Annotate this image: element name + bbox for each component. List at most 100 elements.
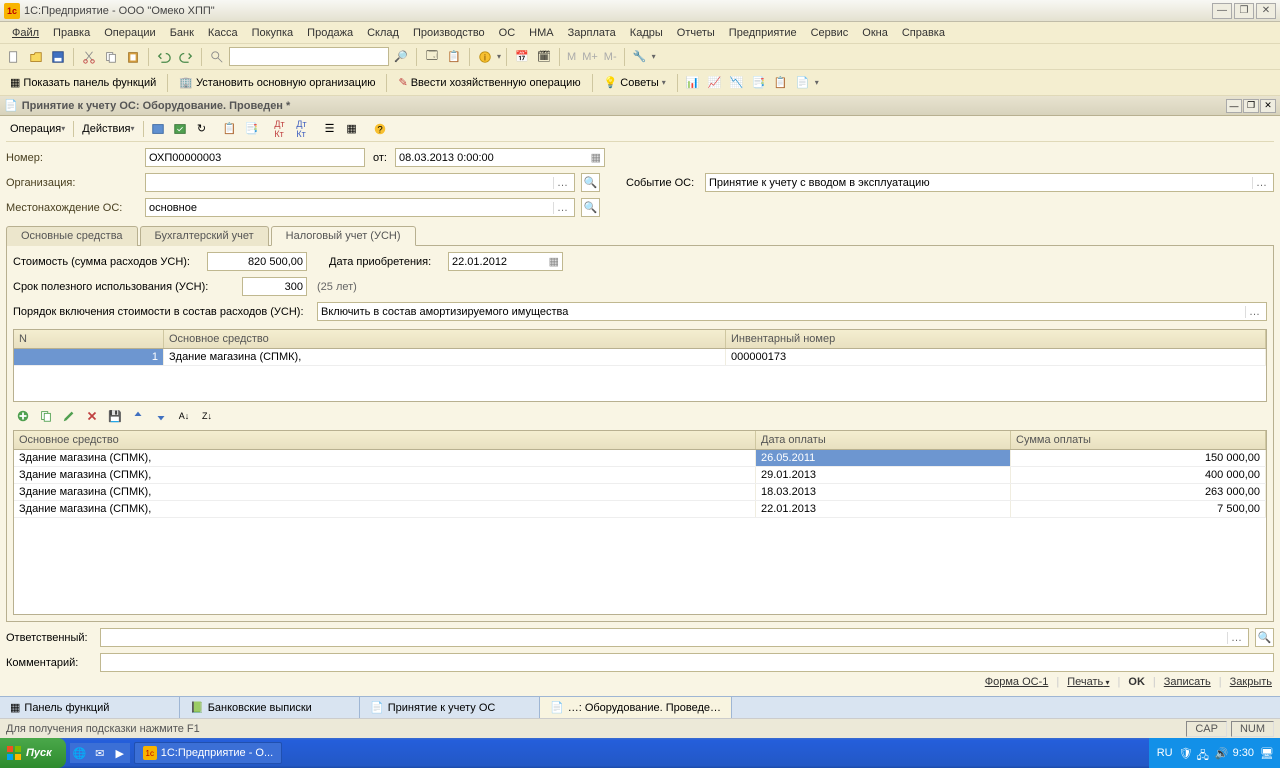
post-icon[interactable] — [148, 119, 168, 139]
menu-windows[interactable]: Окна — [856, 25, 894, 41]
redo-icon[interactable] — [176, 47, 196, 67]
paste-icon[interactable] — [123, 47, 143, 67]
table-row[interactable]: Здание магазина (СПМК),29.01.2013400 000… — [14, 467, 1266, 484]
comment-input[interactable] — [100, 653, 1274, 672]
menu-hr[interactable]: Кадры — [624, 25, 669, 41]
add-row-icon[interactable] — [13, 406, 33, 426]
move-down-icon[interactable] — [151, 406, 171, 426]
menu-reports[interactable]: Отчеты — [671, 25, 721, 41]
calendar-icon[interactable]: ▦ — [591, 151, 601, 164]
useful-life-input[interactable]: 300 — [242, 277, 307, 296]
org-input[interactable] — [145, 173, 575, 192]
close-button[interactable]: ✕ — [1256, 3, 1276, 19]
report1-icon[interactable]: 📊 — [683, 73, 703, 93]
edit-row-icon[interactable] — [59, 406, 79, 426]
menu-production[interactable]: Производство — [407, 25, 491, 41]
report2-icon[interactable]: 📈 — [705, 73, 725, 93]
m-minus-button[interactable]: M- — [604, 51, 617, 63]
responsible-lookup-button[interactable]: 🔍 — [1255, 628, 1274, 647]
list-icon[interactable]: ☰ — [320, 119, 340, 139]
show-panel-button[interactable]: ▦ Показать панель функций — [4, 73, 162, 92]
enter-operation-button[interactable]: ✎ Ввести хозяйственную операцию — [392, 73, 586, 92]
tab-tax-usn[interactable]: Налоговый учет (УСН) — [271, 226, 416, 246]
table-row[interactable]: Здание магазина (СПМК),26.05.2011150 000… — [14, 450, 1266, 467]
menu-salary[interactable]: Зарплата — [562, 25, 622, 41]
tab-main-assets[interactable]: Основные средства — [6, 226, 138, 246]
form-os1-button[interactable]: Форма ОС-1 — [985, 676, 1049, 688]
search-next-icon[interactable]: 🔎 — [391, 47, 411, 67]
menu-sale[interactable]: Продажа — [301, 25, 359, 41]
help-icon[interactable]: ? — [370, 119, 390, 139]
tab-accounting[interactable]: Бухгалтерский учет — [140, 226, 269, 246]
menu-nma[interactable]: НМА — [523, 25, 559, 41]
info-icon[interactable]: i — [475, 47, 495, 67]
structure-icon[interactable]: 📑 — [242, 119, 262, 139]
m-button[interactable]: M — [567, 51, 576, 63]
cut-icon[interactable] — [79, 47, 99, 67]
menu-bank[interactable]: Банк — [164, 25, 200, 41]
tray-network-icon[interactable]: 🖧 — [1197, 747, 1209, 759]
start-button[interactable]: Пуск — [0, 738, 66, 768]
menu-edit[interactable]: Правка — [47, 25, 96, 41]
period-icon[interactable]: 📅 — [512, 47, 532, 67]
event-input[interactable]: Принятие к учету с вводом в эксплуатацию — [705, 173, 1274, 192]
date-input[interactable]: 08.03.2013 0:00:00▦ — [395, 148, 605, 167]
mdi-tab-bank[interactable]: 📗Банковские выписки — [180, 697, 360, 718]
calendar-icon[interactable]: ▦ — [549, 255, 559, 268]
basis-icon[interactable]: 📋 — [220, 119, 240, 139]
sort-asc-icon[interactable]: A↓ — [174, 406, 194, 426]
calendar-toolbar-icon[interactable]: 📋 — [444, 47, 464, 67]
doc-close-button[interactable]: ✕ — [1260, 99, 1276, 113]
cost-order-input[interactable]: Включить в состав амортизируемого имущес… — [317, 302, 1267, 321]
doc-restore-button[interactable]: ❐ — [1243, 99, 1259, 113]
post-close-icon[interactable] — [170, 119, 190, 139]
col-asset[interactable]: Основное средство — [164, 330, 726, 348]
report5-icon[interactable]: 📋 — [771, 73, 791, 93]
org-lookup-button[interactable]: 🔍 — [581, 173, 600, 192]
move-up-icon[interactable] — [128, 406, 148, 426]
tray-shield-icon[interactable]: 🛡 — [1179, 747, 1191, 759]
mdi-tab-current[interactable]: 📄…: Оборудование. Проведе… — [540, 697, 732, 718]
col-asset2[interactable]: Основное средство — [14, 431, 756, 449]
dt-kt2-icon[interactable]: ДтКт — [292, 119, 312, 139]
settings2-icon[interactable]: ▦ — [342, 119, 362, 139]
assets-grid[interactable]: N Основное средство Инвентарный номер 1 … — [13, 329, 1267, 402]
acquisition-date-input[interactable]: 22.01.2012▦ — [448, 252, 563, 271]
calc2-icon[interactable]: 🗓 — [534, 47, 554, 67]
tray-clock[interactable]: 9:30 — [1233, 747, 1254, 759]
table-row[interactable]: 1 Здание магазина (СПМК), 000000173 — [14, 349, 1266, 366]
cost-input[interactable]: 820 500,00 — [207, 252, 307, 271]
menu-os[interactable]: ОС — [493, 25, 522, 41]
minimize-button[interactable]: — — [1212, 3, 1232, 19]
col-n[interactable]: N — [14, 330, 164, 348]
open-icon[interactable] — [26, 47, 46, 67]
save-icon[interactable] — [48, 47, 68, 67]
col-pay-date[interactable]: Дата оплаты — [756, 431, 1011, 449]
refresh-icon[interactable]: ↻ — [192, 119, 212, 139]
tray-monitor-icon[interactable]: 🖥 — [1260, 747, 1272, 759]
menu-help[interactable]: Справка — [896, 25, 951, 41]
menu-enterprise[interactable]: Предприятие — [723, 25, 803, 41]
set-org-button[interactable]: 🏢 Установить основную организацию — [173, 73, 381, 92]
menu-service[interactable]: Сервис — [805, 25, 855, 41]
col-pay-sum[interactable]: Сумма оплаты — [1011, 431, 1266, 449]
number-input[interactable]: ОХП00000003 — [145, 148, 365, 167]
col-inventory[interactable]: Инвентарный номер — [726, 330, 1266, 348]
sort-desc-icon[interactable]: Z↓ — [197, 406, 217, 426]
table-row[interactable]: Здание магазина (СПМК),18.03.2013263 000… — [14, 484, 1266, 501]
responsible-input[interactable] — [100, 628, 1249, 647]
close-form-button[interactable]: Закрыть — [1230, 676, 1272, 688]
location-lookup-button[interactable]: 🔍 — [581, 198, 600, 217]
actions-dropdown[interactable]: Действия — [78, 121, 138, 137]
mdi-tab-panel[interactable]: ▦Панель функций — [0, 697, 180, 718]
delete-row-icon[interactable] — [82, 406, 102, 426]
tray-lang[interactable]: RU — [1157, 747, 1173, 759]
menu-stock[interactable]: Склад — [361, 25, 405, 41]
taskbar-app[interactable]: 1c 1С:Предприятие - О... — [134, 742, 282, 764]
quicklaunch-mail-icon[interactable]: ✉ — [90, 743, 110, 763]
save-row-icon[interactable]: 💾 — [105, 406, 125, 426]
menu-purchase[interactable]: Покупка — [246, 25, 300, 41]
new-icon[interactable] — [4, 47, 24, 67]
quicklaunch-ie-icon[interactable]: 🌐 — [70, 743, 90, 763]
tray-volume-icon[interactable]: 🔊 — [1215, 747, 1227, 759]
